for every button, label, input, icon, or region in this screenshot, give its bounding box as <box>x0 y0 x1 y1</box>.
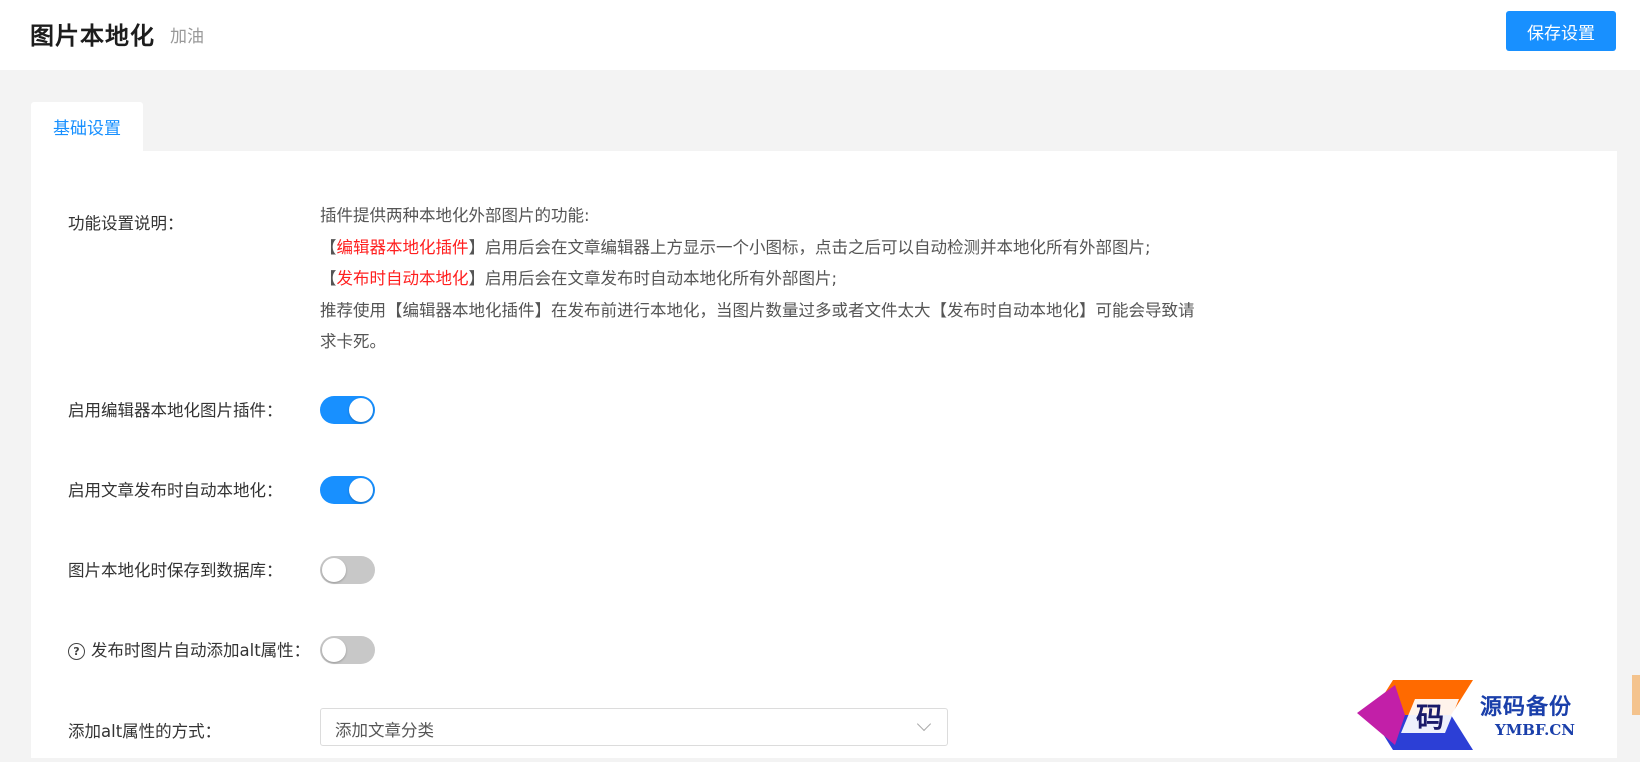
auto-alt-label: 发布时图片自动添加alt属性： <box>91 641 311 660</box>
bracket-open: 【 <box>320 237 337 257</box>
watermark-text-cn: 源码备份 <box>1480 694 1573 720</box>
page-subtitle: 加油 <box>170 27 204 47</box>
description-line-3-text: 】启用后会在文章发布时自动本地化所有外部图片; <box>468 269 838 288</box>
toggle-knob <box>349 398 373 422</box>
toggle-knob <box>322 558 346 582</box>
question-circle-icon[interactable]: ? <box>68 643 85 660</box>
save-settings-button[interactable]: 保存设置 <box>1506 11 1616 51</box>
description-line-4: 推荐使用【编辑器本地化插件】在发布前进行本地化，当图片数量过多或者文件太大【发布… <box>320 300 1195 320</box>
toggle-knob <box>349 478 373 502</box>
save-to-db-label: 图片本地化时保存到数据库： <box>68 561 283 580</box>
watermark-accent <box>1632 675 1640 715</box>
watermark-char: 码 <box>1416 701 1444 734</box>
page-title: 图片本地化 <box>30 22 155 50</box>
tab-basic-settings[interactable]: 基础设置 <box>31 102 143 151</box>
auto-alt-toggle[interactable] <box>320 636 375 664</box>
watermark-text-en: YMBF.CN <box>1495 721 1576 739</box>
auto-alt-label-row: ? 发布时图片自动添加alt属性： <box>68 637 310 661</box>
description-line-1: 插件提供两种本地化外部图片的功能: <box>320 206 590 225</box>
alt-method-select[interactable]: 添加文章分类 <box>320 708 948 746</box>
chevron-down-icon <box>916 716 932 732</box>
description-line-3: 【发布时自动本地化】启用后会在文章发布时自动本地化所有外部图片; <box>320 263 1270 295</box>
save-to-db-toggle[interactable] <box>320 556 375 584</box>
watermark-logo: 码 源码备份 YMBF.CN <box>1355 675 1640 758</box>
description-line-2-text: 】启用后会在文章编辑器上方显示一个小图标，点击之后可以自动检测并本地化所有外部图… <box>468 237 1151 257</box>
auto-publish-toggle[interactable] <box>320 476 375 504</box>
editor-plugin-toggle[interactable] <box>320 396 375 424</box>
auto-publish-highlight: 发布时自动本地化 <box>336 269 469 288</box>
description-line-5: 求卡死。 <box>320 332 386 351</box>
editor-plugin-highlight: 编辑器本地化插件 <box>336 237 469 257</box>
description-label: 功能设置说明： <box>68 214 184 233</box>
bracket-open: 【 <box>320 269 337 288</box>
alt-method-label: 添加alt属性的方式： <box>68 722 222 741</box>
editor-plugin-label: 启用编辑器本地化图片插件： <box>68 401 283 420</box>
alt-method-value: 添加文章分类 <box>335 721 434 740</box>
top-bar: 图片本地化 加油 保存设置 <box>0 0 1640 70</box>
watermark-emblem: 码 <box>1357 680 1473 750</box>
description-line-2: 【编辑器本地化插件】启用后会在文章编辑器上方显示一个小图标，点击之后可以自动检测… <box>320 232 1270 264</box>
toggle-knob <box>322 638 346 662</box>
feature-description: 插件提供两种本地化外部图片的功能: 【编辑器本地化插件】启用后会在文章编辑器上方… <box>320 200 1270 358</box>
auto-publish-label: 启用文章发布时自动本地化： <box>68 481 283 500</box>
